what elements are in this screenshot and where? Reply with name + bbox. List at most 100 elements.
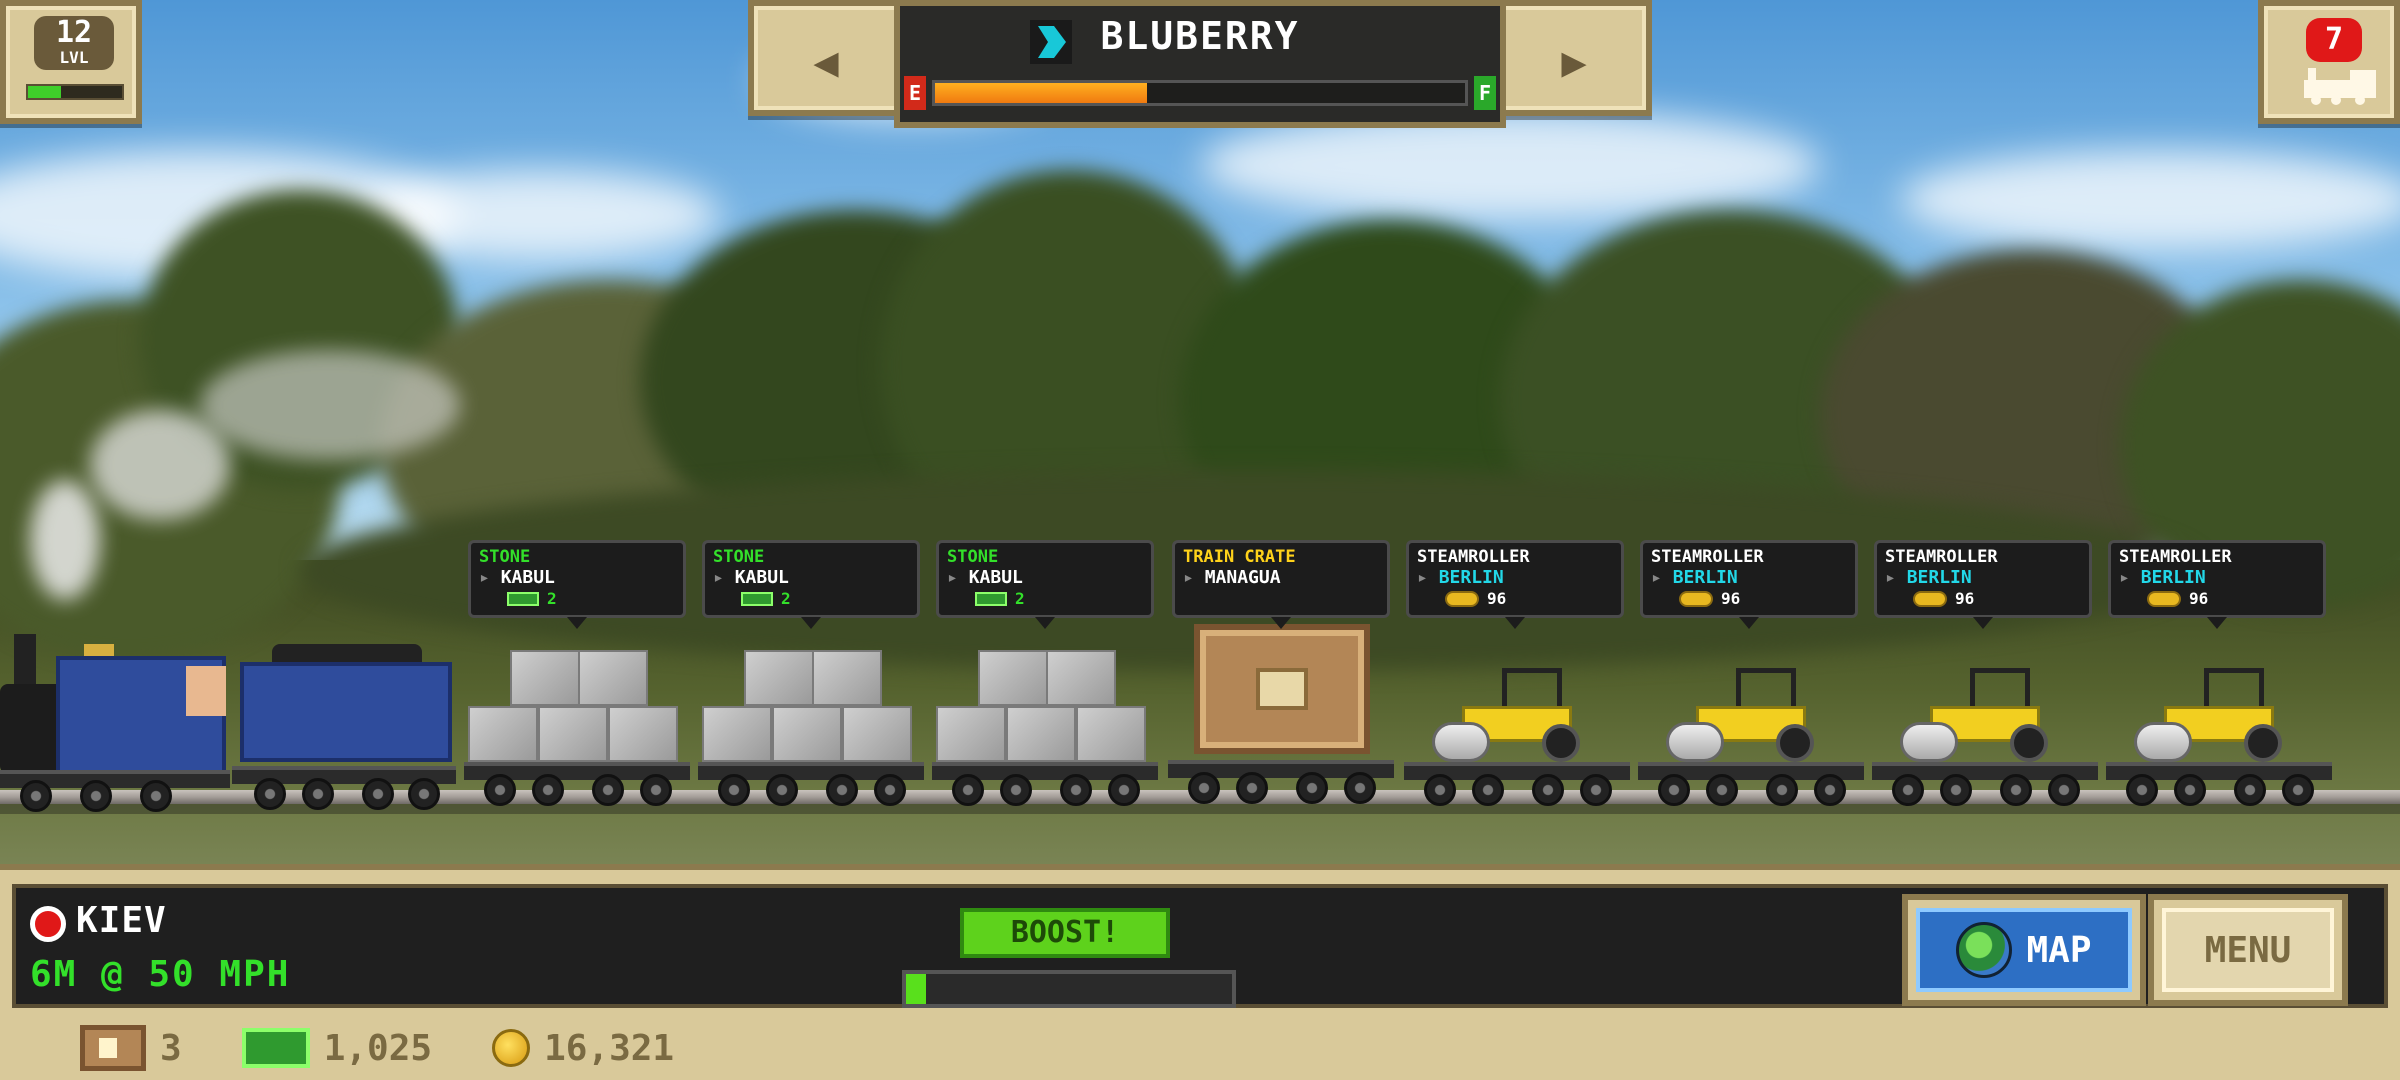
cargo-reward: 96 [1885,589,2081,609]
stone-cargo [936,650,1156,762]
menu-button-label: MENU [2204,929,2292,971]
cargo-reward: 2 [947,589,1143,609]
steamroller-cargo [1666,660,1826,764]
cargo-tag[interactable]: STEAMROLLERBERLIN96 [1874,540,2092,629]
cash-amount: 1,025 [323,1027,433,1069]
cargo-type: STEAMROLLER [1885,547,1998,567]
cargo-car-stone[interactable] [464,640,690,806]
cargo-reward: 96 [1417,589,1613,609]
locomotive-count-badge: 7 [2306,18,2362,62]
boost-progress-fill [906,974,926,1004]
wheel [140,780,172,812]
coin-icon [1679,591,1713,607]
menu-button[interactable]: MENU [2148,894,2348,1006]
wheel [254,778,286,810]
coin-icon [1445,591,1479,607]
cargo-destination: MANAGUA [1183,567,1379,589]
cargo-type: STEAMROLLER [2119,547,2232,567]
level-widget[interactable]: 12 LVL [0,0,142,124]
level-label: LVL [59,48,89,67]
cargo-reward: 96 [2119,589,2315,609]
cargo-tag[interactable]: STONEKABUL2 [468,540,686,629]
cargo-reward-value: 2 [547,589,557,608]
stone-cargo [702,650,922,762]
map-button[interactable]: MAP [1902,894,2146,1006]
level-progress-bar [26,84,124,100]
cargo-tag[interactable]: STEAMROLLERBERLIN96 [2108,540,2326,629]
cargo-tag[interactable]: STEAMROLLERBERLIN96 [1640,540,1858,629]
arrow-left-icon: ◀ [813,36,839,86]
coin-resource[interactable]: 16,321 [492,1028,674,1069]
boost-button[interactable]: BOOST! [960,908,1170,958]
fuel-empty-marker: E [904,76,926,110]
smoke [90,410,230,520]
train-name: BLUBERRY [1100,14,1300,58]
coin-amount: 16,321 [544,1027,675,1069]
cargo-type: STEAMROLLER [1417,547,1530,567]
status-panel: KIEV 6M @ 50 MPH BOOST! MAP MENU [12,884,2388,1008]
next-train-button[interactable]: ▶ [1514,18,1634,104]
boost-progress-bar [902,970,1236,1008]
cargo-destination: KABUL [713,567,909,589]
steamroller-cargo [2134,660,2294,764]
cargo-car-steamroller[interactable] [1872,640,2098,806]
tender-body [240,662,452,762]
cargo-reward: 2 [713,589,909,609]
cargo-destination: BERLIN [2119,567,2315,589]
wheel [362,778,394,810]
cargo-destination: BERLIN [1885,567,2081,589]
locomotive[interactable] [0,620,230,812]
cargo-reward: 96 [1651,589,1847,609]
cargo-tag[interactable]: STONEKABUL2 [702,540,920,629]
cargo-reward-value: 96 [2189,589,2209,608]
cargo-car-steamroller[interactable] [2106,640,2332,806]
cargo-car-steamroller[interactable] [1404,640,1630,806]
train-icon [1255,667,1309,711]
level-badge: 12 LVL [34,16,114,70]
cloud [1900,150,2400,250]
cargo-tag[interactable]: STEAMROLLERBERLIN96 [1406,540,1624,629]
previous-train-button[interactable]: ◀ [766,18,886,104]
fuel-gauge-fill [935,83,1147,103]
cargo-destination: BERLIN [1651,567,1847,589]
cargo-destination: KABUL [947,567,1143,589]
train-selector: ◀ BLUBERRY E F ▶ [748,0,1652,128]
cargo-type: STONE [479,547,531,567]
cargo-reward-value: 96 [1955,589,1975,608]
cargo-reward-value: 2 [781,589,791,608]
cargo-car-train-crate[interactable] [1168,620,1394,804]
level-number: 12 [55,15,93,50]
wheel [20,780,52,812]
cargo-type: STEAMROLLER [1651,547,1764,567]
cash-icon [241,1028,310,1068]
tender-car[interactable] [232,640,456,810]
coin-icon [492,1029,531,1067]
smoke [200,350,460,460]
arrow-right-icon: ▶ [1561,36,1587,86]
cargo-type: STONE [713,547,765,567]
cargo-car-stone[interactable] [698,640,924,806]
cargo-tag[interactable]: STONEKABUL2 [936,540,1154,629]
cargo-car-stone[interactable] [932,640,1158,806]
cash-icon [507,592,539,606]
smoke [30,480,100,600]
engineer [186,666,226,716]
cargo-type: STONE [947,547,999,567]
crate-resource[interactable]: 3 [80,1025,182,1071]
cargo-destination: BERLIN [1417,567,1613,589]
coin-icon [2147,591,2181,607]
steamroller-cargo [1432,660,1592,764]
cargo-car-steamroller[interactable] [1638,640,1864,806]
wheel [302,778,334,810]
crate-icon [80,1025,146,1071]
stone-cargo [468,650,688,762]
cargo-reward: 2 [479,589,675,609]
cargo-tag[interactable]: TRAIN CRATEMANAGUA [1172,540,1390,629]
map-button-label: MAP [2026,929,2092,971]
level-progress-fill [28,86,61,98]
next-station-name: KIEV [76,900,167,941]
locomotive-widget[interactable]: 7 [2258,0,2400,124]
station-marker-icon [30,906,66,942]
train-crate [1194,624,1370,754]
cash-resource[interactable]: 1,025 [241,1027,433,1069]
